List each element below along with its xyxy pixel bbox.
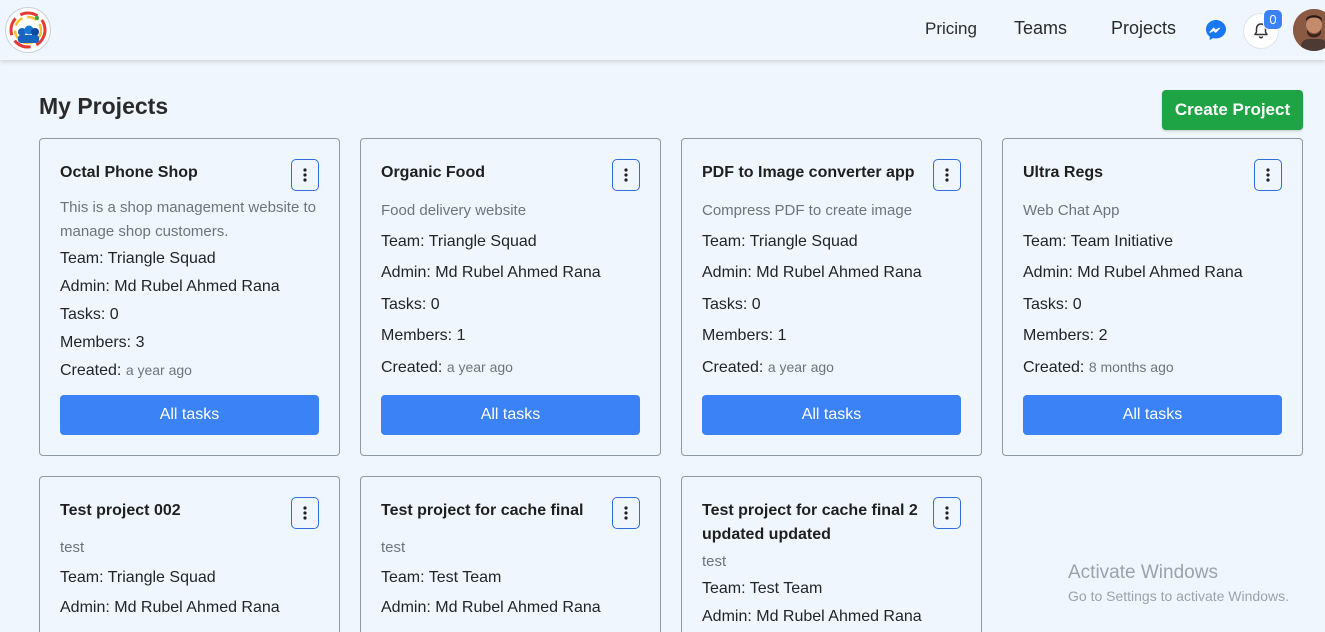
project-menu-button[interactable] bbox=[291, 159, 319, 191]
all-tasks-button[interactable]: All tasks bbox=[381, 395, 640, 435]
project-description: This is a shop management website to man… bbox=[60, 199, 316, 240]
project-team: Team: Triangle Squad bbox=[702, 233, 858, 250]
project-description: test bbox=[702, 553, 727, 570]
project-title: PDF to Image converter app bbox=[702, 164, 915, 181]
more-vertical-icon bbox=[624, 506, 628, 520]
top-navbar: Pricing Teams Projects 0 bbox=[0, 0, 1325, 60]
project-members: Members: 2 bbox=[1023, 327, 1108, 344]
project-menu-button[interactable] bbox=[933, 497, 961, 529]
project-description: Food delivery website bbox=[381, 202, 527, 219]
project-card: Organic Food Food delivery website Team:… bbox=[360, 138, 661, 456]
project-team: Team: Test Team bbox=[702, 580, 823, 597]
project-admin: Admin: Md Rubel Ahmed Rana bbox=[381, 599, 601, 616]
create-project-button[interactable]: Create Project bbox=[1162, 90, 1303, 130]
more-vertical-icon bbox=[624, 168, 628, 182]
project-team: Team: Triangle Squad bbox=[60, 569, 216, 586]
project-created: Created: a year ago bbox=[702, 359, 834, 376]
project-team: Team: Triangle Squad bbox=[381, 233, 537, 250]
project-description: Web Chat App bbox=[1023, 202, 1120, 219]
messenger-icon[interactable] bbox=[1205, 19, 1227, 41]
project-admin: Admin: Md Rubel Ahmed Rana bbox=[60, 599, 280, 616]
project-members: Members: 3 bbox=[60, 334, 145, 351]
page-title: My Projects bbox=[39, 93, 169, 119]
more-vertical-icon bbox=[1266, 168, 1270, 182]
project-card: Octal Phone Shop This is a shop manageme… bbox=[39, 138, 340, 456]
project-menu-button[interactable] bbox=[612, 497, 640, 529]
project-title: Ultra Regs bbox=[1023, 164, 1104, 181]
notification-count-badge: 0 bbox=[1263, 9, 1283, 30]
avatar[interactable] bbox=[1293, 9, 1325, 51]
watermark-subtitle: Go to Settings to activate Windows. bbox=[1068, 588, 1289, 604]
all-tasks-button[interactable]: All tasks bbox=[60, 395, 319, 435]
project-admin: Admin: Md Rubel Ahmed Rana bbox=[702, 608, 922, 625]
project-admin: Admin: Md Rubel Ahmed Rana bbox=[1023, 264, 1243, 281]
project-card: Test project for cache final test Team: … bbox=[360, 476, 661, 632]
project-admin: Admin: Md Rubel Ahmed Rana bbox=[381, 264, 601, 281]
project-description: test bbox=[60, 539, 85, 556]
all-tasks-button[interactable]: All tasks bbox=[702, 395, 961, 435]
project-admin: Admin: Md Rubel Ahmed Rana bbox=[60, 278, 280, 295]
nav-pricing[interactable]: Pricing bbox=[925, 19, 977, 39]
project-tasks: Tasks: 0 bbox=[60, 306, 119, 323]
windows-activation-watermark: Activate Windows Go to Settings to activ… bbox=[1068, 562, 1289, 604]
more-vertical-icon bbox=[945, 506, 949, 520]
project-menu-button[interactable] bbox=[291, 497, 319, 529]
project-tasks: Tasks: 0 bbox=[1023, 296, 1082, 313]
project-card: PDF to Image converter app Compress PDF … bbox=[681, 138, 982, 456]
nav-teams[interactable]: Teams bbox=[1014, 18, 1067, 39]
nav-projects[interactable]: Projects bbox=[1111, 18, 1176, 39]
watermark-title: Activate Windows bbox=[1068, 562, 1218, 583]
project-description: Compress PDF to create image bbox=[702, 202, 913, 219]
project-menu-button[interactable] bbox=[612, 159, 640, 191]
more-vertical-icon bbox=[945, 168, 949, 182]
project-tasks: Tasks: 0 bbox=[702, 296, 761, 313]
project-created: Created: 8 months ago bbox=[1023, 359, 1174, 376]
project-menu-button[interactable] bbox=[1254, 159, 1282, 191]
project-title: Test project for cache final bbox=[381, 502, 584, 519]
project-title: Test project 002 bbox=[60, 502, 181, 519]
project-created: Created: a year ago bbox=[60, 362, 192, 379]
project-menu-button[interactable] bbox=[933, 159, 961, 191]
project-title: Organic Food bbox=[381, 164, 485, 181]
project-title: Octal Phone Shop bbox=[60, 164, 198, 181]
project-title: Test project for cache final 2 updated u… bbox=[702, 502, 918, 543]
all-tasks-button[interactable]: All tasks bbox=[1023, 395, 1282, 435]
project-team: Team: Triangle Squad bbox=[60, 250, 216, 267]
more-vertical-icon bbox=[303, 506, 307, 520]
project-description: test bbox=[381, 539, 406, 556]
project-members: Members: 1 bbox=[381, 327, 466, 344]
project-created: Created: a year ago bbox=[381, 359, 513, 376]
project-admin: Admin: Md Rubel Ahmed Rana bbox=[702, 264, 922, 281]
more-vertical-icon bbox=[303, 168, 307, 182]
project-team: Team: Team Initiative bbox=[1023, 233, 1173, 250]
project-team: Team: Test Team bbox=[381, 569, 502, 586]
project-card: Ultra Regs Web Chat App Team: Team Initi… bbox=[1002, 138, 1303, 456]
project-card: Test project for cache final 2 updated u… bbox=[681, 476, 982, 632]
project-tasks: Tasks: 0 bbox=[381, 296, 440, 313]
project-card: Test project 002 test Team: Triangle Squ… bbox=[39, 476, 340, 632]
app-logo[interactable] bbox=[5, 7, 51, 53]
project-members: Members: 1 bbox=[702, 327, 787, 344]
